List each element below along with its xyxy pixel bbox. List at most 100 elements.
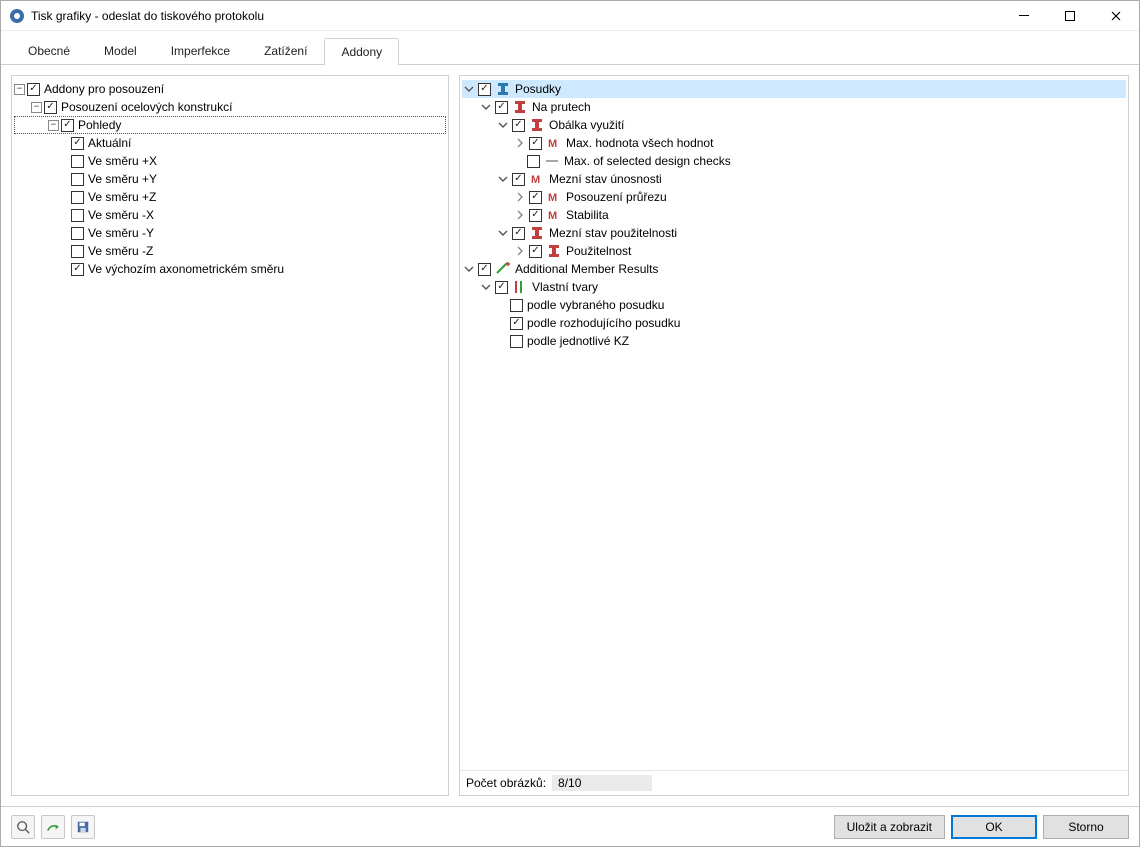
left-panel: − Addony pro posouzení − Posouzení ocelo… — [11, 75, 449, 796]
save-settings-button[interactable] — [71, 815, 95, 839]
checkbox[interactable] — [478, 263, 491, 276]
node-label: Posouzení průřezu — [566, 188, 667, 206]
tree-row[interactable]: M Max. hodnota všech hodnot — [462, 134, 1126, 152]
checkbox[interactable] — [512, 119, 525, 132]
app-icon — [9, 8, 25, 24]
checkbox[interactable] — [512, 173, 525, 186]
chevron-down-icon[interactable] — [462, 262, 476, 276]
node-label: podle rozhodujícího posudku — [527, 314, 680, 332]
minimize-button[interactable] — [1001, 1, 1047, 31]
tree-row[interactable]: Ve směru +X — [14, 152, 446, 170]
maximize-button[interactable] — [1047, 1, 1093, 31]
window-title: Tisk grafiky - odeslat do tiskového prot… — [31, 9, 1001, 23]
tab-imperfekce[interactable]: Imperfekce — [154, 37, 247, 64]
checkbox[interactable] — [71, 227, 84, 240]
checkbox[interactable] — [510, 317, 523, 330]
tree-row[interactable]: − Posouzení ocelových konstrukcí — [14, 98, 446, 116]
chevron-right-icon[interactable] — [513, 244, 527, 258]
chevron-right-icon[interactable] — [513, 208, 527, 222]
tree-row[interactable]: Mezní stav použitelnosti — [462, 224, 1126, 242]
node-label: Mezní stav použitelnosti — [549, 224, 677, 242]
tree-row[interactable]: M Mezní stav únosnosti — [462, 170, 1126, 188]
checkbox[interactable] — [478, 83, 491, 96]
checkbox[interactable] — [71, 263, 84, 276]
chevron-down-icon[interactable] — [462, 82, 476, 96]
save-and-show-button[interactable]: Uložit a zobrazit — [834, 815, 945, 839]
checkbox[interactable] — [71, 245, 84, 258]
checkbox[interactable] — [71, 191, 84, 204]
tree-row[interactable]: podle vybraného posudku — [462, 296, 1126, 314]
checkbox[interactable] — [71, 173, 84, 186]
tree-row[interactable]: M Stabilita — [462, 206, 1126, 224]
section-icon — [529, 117, 545, 133]
tree-row[interactable]: Ve směru -Z — [14, 242, 446, 260]
checkbox[interactable] — [61, 119, 74, 132]
cancel-button[interactable]: Storno — [1043, 815, 1129, 839]
tree-row[interactable]: Ve výchozím axonometrickém směru — [14, 260, 446, 278]
chevron-down-icon[interactable] — [496, 172, 510, 186]
checkbox[interactable] — [71, 155, 84, 168]
checkbox[interactable] — [512, 227, 525, 240]
tree-row[interactable]: Additional Member Results — [462, 260, 1126, 278]
ok-button[interactable]: OK — [951, 815, 1037, 839]
tree-row[interactable]: Vlastní tvary — [462, 278, 1126, 296]
chevron-right-icon[interactable] — [513, 136, 527, 150]
collapse-icon[interactable]: − — [48, 120, 59, 131]
tree-row[interactable]: podle jednotlivé KZ — [462, 332, 1126, 350]
titlebar: Tisk grafiky - odeslat do tiskového prot… — [1, 1, 1139, 31]
checkbox[interactable] — [71, 209, 84, 222]
chevron-down-icon[interactable] — [496, 118, 510, 132]
tree-row[interactable]: Použitelnost — [462, 242, 1126, 260]
checkbox[interactable] — [529, 209, 542, 222]
m-icon: M — [546, 189, 562, 205]
tree-row[interactable]: Ve směru -Y — [14, 224, 446, 242]
tool-button-1[interactable] — [41, 815, 65, 839]
checkbox[interactable] — [510, 335, 523, 348]
section-icon — [529, 225, 545, 241]
shapes-icon — [512, 279, 528, 295]
close-button[interactable] — [1093, 1, 1139, 31]
m-icon: M — [546, 207, 562, 223]
tree-row[interactable]: Max. of selected design checks — [462, 152, 1126, 170]
checkbox[interactable] — [529, 137, 542, 150]
checkbox[interactable] — [510, 299, 523, 312]
collapse-icon[interactable]: − — [14, 84, 25, 95]
checkbox[interactable] — [529, 245, 542, 258]
node-label: Vlastní tvary — [532, 278, 598, 296]
tab-addony[interactable]: Addony — [324, 38, 399, 65]
collapse-icon[interactable]: − — [31, 102, 42, 113]
tree-row[interactable]: Ve směru -X — [14, 206, 446, 224]
checkbox[interactable] — [71, 137, 84, 150]
chevron-right-icon[interactable] — [513, 190, 527, 204]
svg-text:M: M — [548, 192, 557, 204]
right-tree: Posudky Na prutech Obálka využití — [460, 76, 1128, 770]
tree-row[interactable]: M Posouzení průřezu — [462, 188, 1126, 206]
dialog-window: Tisk grafiky - odeslat do tiskového prot… — [0, 0, 1140, 847]
m-icon: M — [529, 171, 545, 187]
tree-row[interactable]: − Pohledy — [14, 116, 446, 134]
help-button[interactable] — [11, 815, 35, 839]
tree-row[interactable]: Aktuální — [14, 134, 446, 152]
checkbox[interactable] — [527, 155, 540, 168]
checkbox[interactable] — [529, 191, 542, 204]
chevron-down-icon[interactable] — [479, 100, 493, 114]
checkbox[interactable] — [44, 101, 57, 114]
tree-row[interactable]: − Addony pro posouzení — [14, 80, 446, 98]
tree-row[interactable]: Na prutech — [462, 98, 1126, 116]
checkbox[interactable] — [495, 281, 508, 294]
tree-row[interactable]: Ve směru +Y — [14, 170, 446, 188]
checkbox[interactable] — [27, 83, 40, 96]
section-icon — [495, 81, 511, 97]
chevron-down-icon[interactable] — [479, 280, 493, 294]
tree-row[interactable]: Obálka využití — [462, 116, 1126, 134]
tree-row[interactable]: Ve směru +Z — [14, 188, 446, 206]
tab-zatizeni[interactable]: Zatížení — [247, 37, 324, 64]
tab-obecne[interactable]: Obecné — [11, 37, 87, 64]
plus-icon — [495, 261, 511, 277]
tab-model[interactable]: Model — [87, 37, 154, 64]
tree-row[interactable]: Posudky — [462, 80, 1126, 98]
tree-row[interactable]: podle rozhodujícího posudku — [462, 314, 1126, 332]
svg-text:M: M — [548, 210, 557, 222]
chevron-down-icon[interactable] — [496, 226, 510, 240]
checkbox[interactable] — [495, 101, 508, 114]
